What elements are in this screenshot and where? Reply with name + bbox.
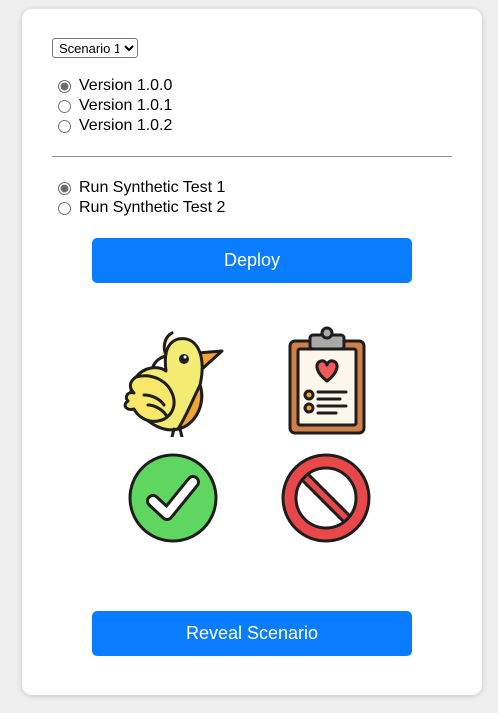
version-radio-1-0-1[interactable] xyxy=(58,99,71,113)
version-label: Version 1.0.0 xyxy=(79,77,173,94)
version-label: Version 1.0.2 xyxy=(79,117,173,134)
deploy-button[interactable]: Deploy xyxy=(92,238,412,283)
test-option-1[interactable]: Run Synthetic Test 1 xyxy=(56,178,225,198)
test-radio-2[interactable] xyxy=(58,201,71,215)
version-radio-1-0-0[interactable] xyxy=(58,79,71,93)
prohibited-icon xyxy=(281,453,371,543)
canary-bird-icon xyxy=(123,331,224,437)
test-radio-1[interactable] xyxy=(58,181,71,195)
version-option-1-0-0[interactable]: Version 1.0.0 xyxy=(56,76,172,96)
version-radio-1-0-2[interactable] xyxy=(58,119,71,133)
check-circle-icon xyxy=(128,453,218,543)
test-label: Run Synthetic Test 2 xyxy=(79,199,226,216)
scenario-select[interactable]: Scenario 1 xyxy=(52,38,138,58)
reveal-scenario-button[interactable]: Reveal Scenario xyxy=(92,611,412,656)
clipboard-checklist-icon xyxy=(288,326,366,435)
test-option-2[interactable]: Run Synthetic Test 2 xyxy=(56,198,225,218)
version-label: Version 1.0.1 xyxy=(79,97,173,114)
version-option-1-0-2[interactable]: Version 1.0.2 xyxy=(56,116,172,136)
section-divider xyxy=(52,156,452,157)
test-label: Run Synthetic Test 1 xyxy=(79,179,226,196)
main-card: Scenario 1 Version 1.0.0 Version 1.0.1 V… xyxy=(22,9,482,695)
version-option-1-0-1[interactable]: Version 1.0.1 xyxy=(56,96,172,116)
